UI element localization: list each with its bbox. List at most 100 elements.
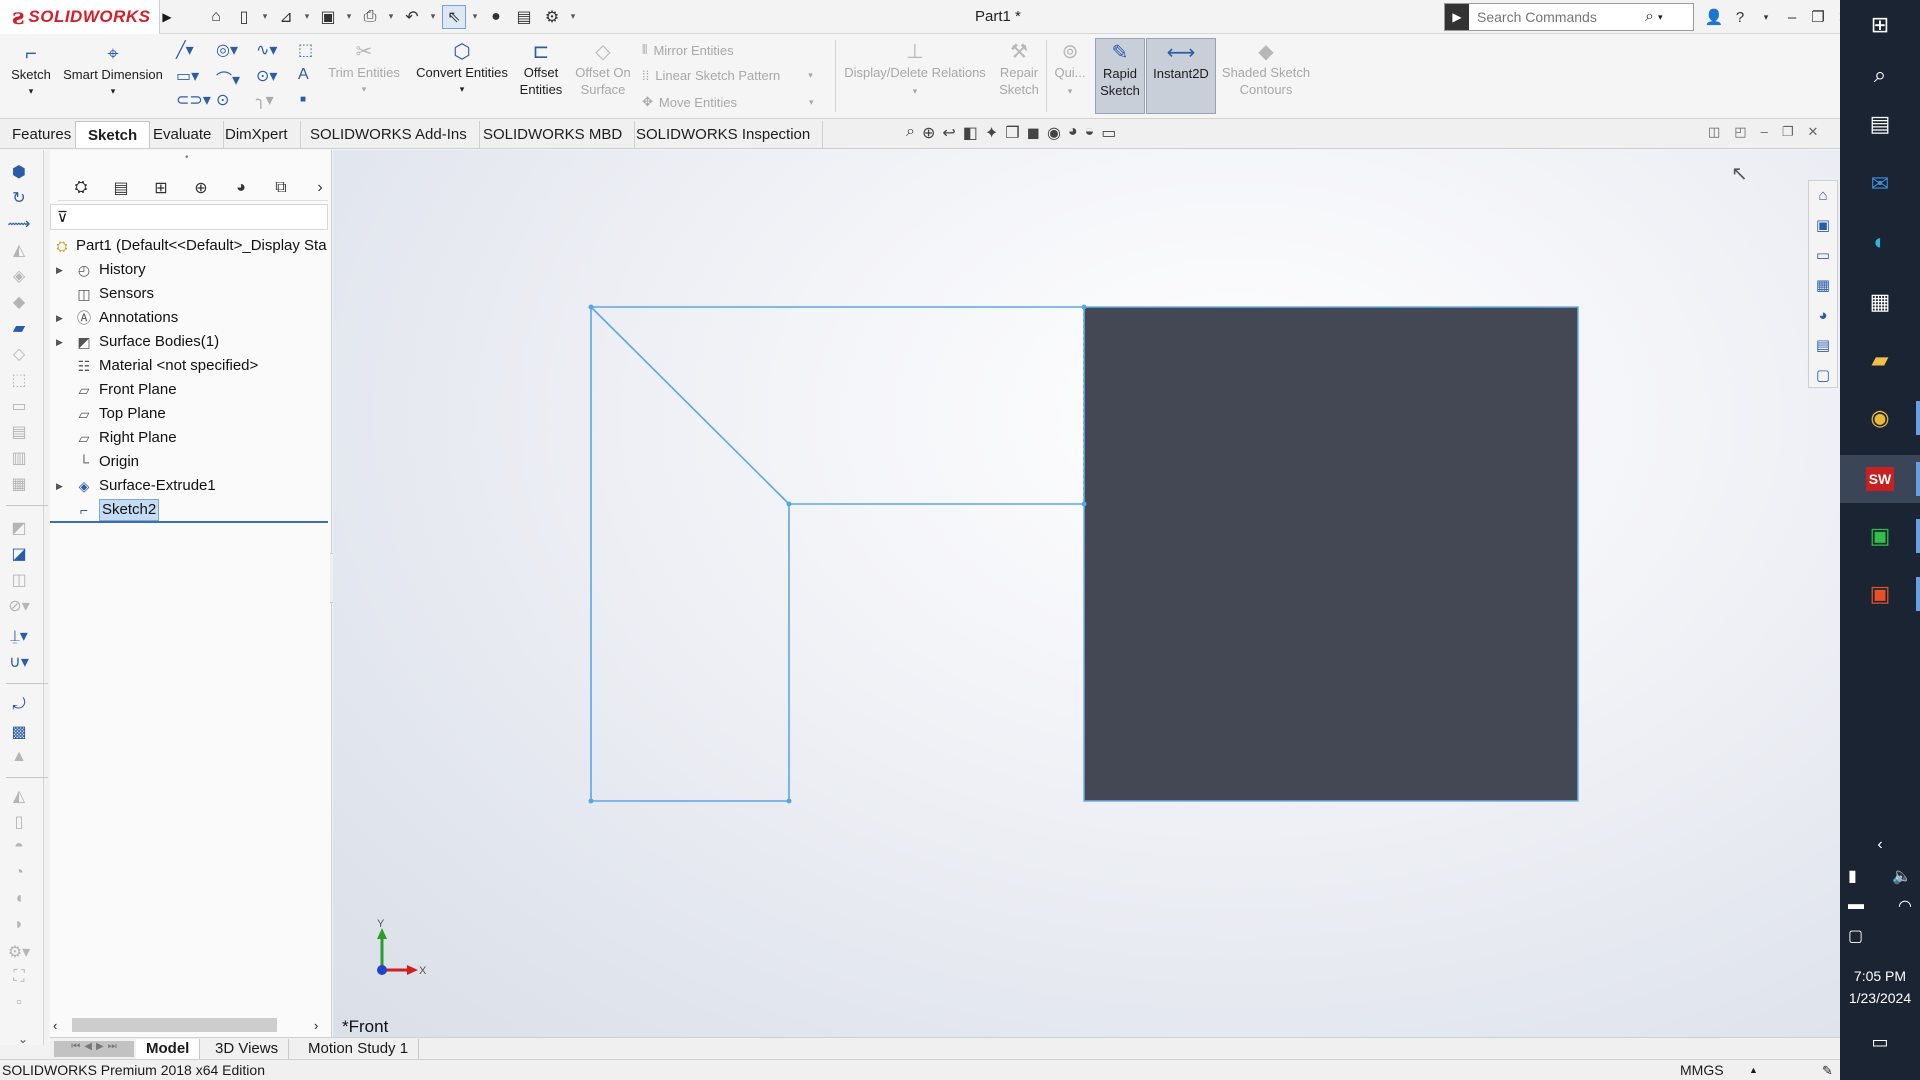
rectangle-icon[interactable]: ▭▾ <box>176 66 199 86</box>
draft-icon[interactable]: ⛶ <box>7 968 31 990</box>
spline-icon[interactable]: ∿▾ <box>256 40 277 60</box>
prev-tab-icon[interactable]: ◀ <box>84 1041 92 1057</box>
tree-item-surface-bodies[interactable]: ▶ ◩ Surface Bodies(1) <box>50 330 330 354</box>
cut-surface-icon[interactable]: ◪ <box>7 544 31 566</box>
forum-icon[interactable]: ▢ <box>1809 361 1837 391</box>
chevron-down-icon[interactable]: ▾ <box>344 5 354 29</box>
chevron-down-icon[interactable]: ▾ <box>410 81 514 98</box>
smart-dimension-button[interactable]: ⌖ Smart Dimension ▾ <box>58 42 168 100</box>
close-icon[interactable]: ✕ <box>1807 124 1818 140</box>
offset-entities-button[interactable]: ⊏ Offset Entities <box>516 40 566 98</box>
chevron-down-icon[interactable]: ▾ <box>386 5 396 29</box>
tab-model[interactable]: Model <box>136 1039 201 1059</box>
search-input[interactable] <box>1469 5 1645 29</box>
file-properties-icon[interactable]: ▤ <box>512 5 536 29</box>
chevron-down-icon[interactable]: ▾ <box>302 5 312 29</box>
previous-view-icon[interactable]: ↩ <box>942 123 955 143</box>
circle-icon[interactable]: ◎▾ <box>216 40 238 60</box>
graphics-area[interactable]: Y X *Front ↖ <box>333 150 1840 1037</box>
next-tab-icon[interactable]: ▶ <box>96 1041 104 1057</box>
trim-entities-button[interactable]: ✂ Trim Entities ▾ <box>326 40 402 98</box>
appearances-icon[interactable]: ◕ <box>1809 301 1837 331</box>
untrim-icon[interactable]: ▥ <box>7 448 31 470</box>
trim-surface-icon[interactable]: ▤ <box>7 422 31 444</box>
expand-arrow-icon[interactable]: ▶ <box>56 306 63 330</box>
text-icon[interactable]: A <box>298 66 309 84</box>
wifi-icon[interactable]: ◠ <box>1898 896 1912 916</box>
parting-line-icon[interactable]: ▯ <box>7 812 31 834</box>
usb-icon[interactable]: ▮ <box>1848 866 1857 886</box>
chevron-down-icon[interactable]: ▾ <box>1050 83 1090 100</box>
tab-mbd[interactable]: SOLIDWORKS MBD <box>471 121 636 148</box>
rapid-sketch-button[interactable]: ✎ Rapid Sketch <box>1095 38 1145 114</box>
featuremanager-tab-icon[interactable]: ⛭ <box>66 179 96 197</box>
mail-icon[interactable]: ✉ <box>1860 164 1900 204</box>
tab-sketch[interactable]: Sketch <box>75 121 151 148</box>
point-icon[interactable]: ⊙ <box>216 90 229 110</box>
chevron-double-down-icon[interactable]: ⌄ <box>18 1032 28 1046</box>
tab-3d-views[interactable]: 3D Views <box>205 1039 290 1059</box>
fillet-icon[interactable]: ╮▾ <box>256 90 274 110</box>
chevron-down-icon[interactable]: ▾ <box>1658 12 1663 23</box>
solidworks-resources-icon[interactable]: ⌂ <box>1809 181 1837 211</box>
open-folder-icon[interactable]: ⊿ <box>274 5 298 29</box>
sketch-point[interactable] <box>786 798 792 804</box>
displaymanager-tab-icon[interactable]: ◕ <box>226 179 256 197</box>
construction-geometry-icon[interactable]: ⬚ <box>298 40 313 60</box>
line-icon[interactable]: ╱▾ <box>176 40 194 60</box>
dimxpertmanager-tab-icon[interactable]: ⊕ <box>186 178 216 198</box>
replace-face-icon[interactable]: ◫ <box>7 570 31 592</box>
custom-properties-icon[interactable]: ▤ <box>1809 331 1837 361</box>
first-tab-icon[interactable]: ⏮ <box>71 1041 80 1057</box>
expand-arrow-icon[interactable]: ▶ <box>56 474 63 498</box>
sketch-point[interactable] <box>588 304 594 310</box>
tab-motion-study[interactable]: Motion Study 1 <box>298 1039 420 1059</box>
slot-icon[interactable]: ⊂⊃▾ <box>176 90 211 110</box>
help-icon[interactable]: ? <box>1730 4 1750 30</box>
fill-icon[interactable]: ◆ <box>7 292 31 314</box>
pane-drag-handle[interactable]: • <box>185 152 189 163</box>
tree-item-history[interactable]: ▶ ◴ History <box>50 258 330 282</box>
view-settings-icon[interactable]: ▭ <box>1101 123 1116 143</box>
tile-icon[interactable]: ◫ <box>1708 124 1720 140</box>
quick-snaps-button[interactable]: ⊚ Qui... ▾ <box>1050 40 1090 100</box>
solidworks-logo[interactable]: ƨ SOLIDWORKS <box>0 0 160 34</box>
surface-flatten-icon[interactable]: ▩ <box>7 722 31 744</box>
rebuild-icon[interactable]: ● <box>484 5 508 29</box>
undo-icon[interactable]: ↶ <box>400 5 424 29</box>
mold-tool-icon[interactable]: ◭ <box>7 786 31 808</box>
chevron-down-icon[interactable]: ▾ <box>840 83 990 100</box>
restore-icon[interactable]: ❐ <box>1808 4 1828 30</box>
search-commands[interactable]: ▶ ⌕ ▾ <box>1444 3 1694 31</box>
tooling-split-icon[interactable]: ◗ <box>7 916 31 938</box>
camera-tab-icon[interactable]: ⧉ <box>266 179 296 197</box>
knit-icon[interactable]: ▦ <box>7 474 31 496</box>
save-icon[interactable]: ▣ <box>316 5 340 29</box>
select-pointer-icon[interactable]: ⇖ <box>442 4 466 29</box>
core-icon[interactable]: ⚙▾ <box>7 942 31 964</box>
instant3d-icon[interactable]: ⤾ <box>7 696 31 718</box>
zoom-to-area-icon[interactable]: ⊕ <box>922 123 935 143</box>
sketch-point[interactable] <box>786 501 792 507</box>
parting-surface-icon[interactable]: ◔ <box>7 864 31 886</box>
scroll-right-icon[interactable]: › <box>314 1018 318 1033</box>
tab-scroll-arrows[interactable]: ⏮ ◀ ▶ ⏭ <box>54 1041 134 1057</box>
section-view-icon[interactable]: ◧ <box>963 123 978 143</box>
view-orientation-icon[interactable]: ❒ <box>1005 123 1019 143</box>
freeform-icon[interactable]: ▲ <box>7 748 31 770</box>
propertymanager-tab-icon[interactable]: ▤ <box>106 178 136 198</box>
tree-item-surface-extrude1[interactable]: ▶ ◈ Surface-Extrude1 <box>50 474 330 498</box>
offset-surface-icon[interactable]: ◇ <box>7 344 31 366</box>
display-delete-relations-button[interactable]: ⊥ Display/Delete Relations ▾ <box>840 40 990 100</box>
convert-entities-button[interactable]: ⬡ Convert Entities ▾ <box>410 40 514 98</box>
tray-overflow-icon[interactable]: ‹ <box>1848 836 1912 854</box>
tree-item-annotations[interactable]: ▶ Ⓐ Annotations <box>50 306 330 330</box>
float-icon[interactable]: ◰ <box>1734 124 1746 140</box>
apply-scene-icon[interactable]: ◒ <box>1085 123 1095 143</box>
chevron-down-icon[interactable]: ▾ <box>470 5 480 29</box>
minimize-icon[interactable]: – <box>1761 124 1768 140</box>
tree-filter[interactable]: ⊽ <box>50 204 328 230</box>
chevron-down-icon[interactable]: ▾ <box>568 5 578 29</box>
last-tab-icon[interactable]: ⏭ <box>108 1041 117 1057</box>
chevron-down-icon[interactable]: ▾ <box>8 83 54 100</box>
